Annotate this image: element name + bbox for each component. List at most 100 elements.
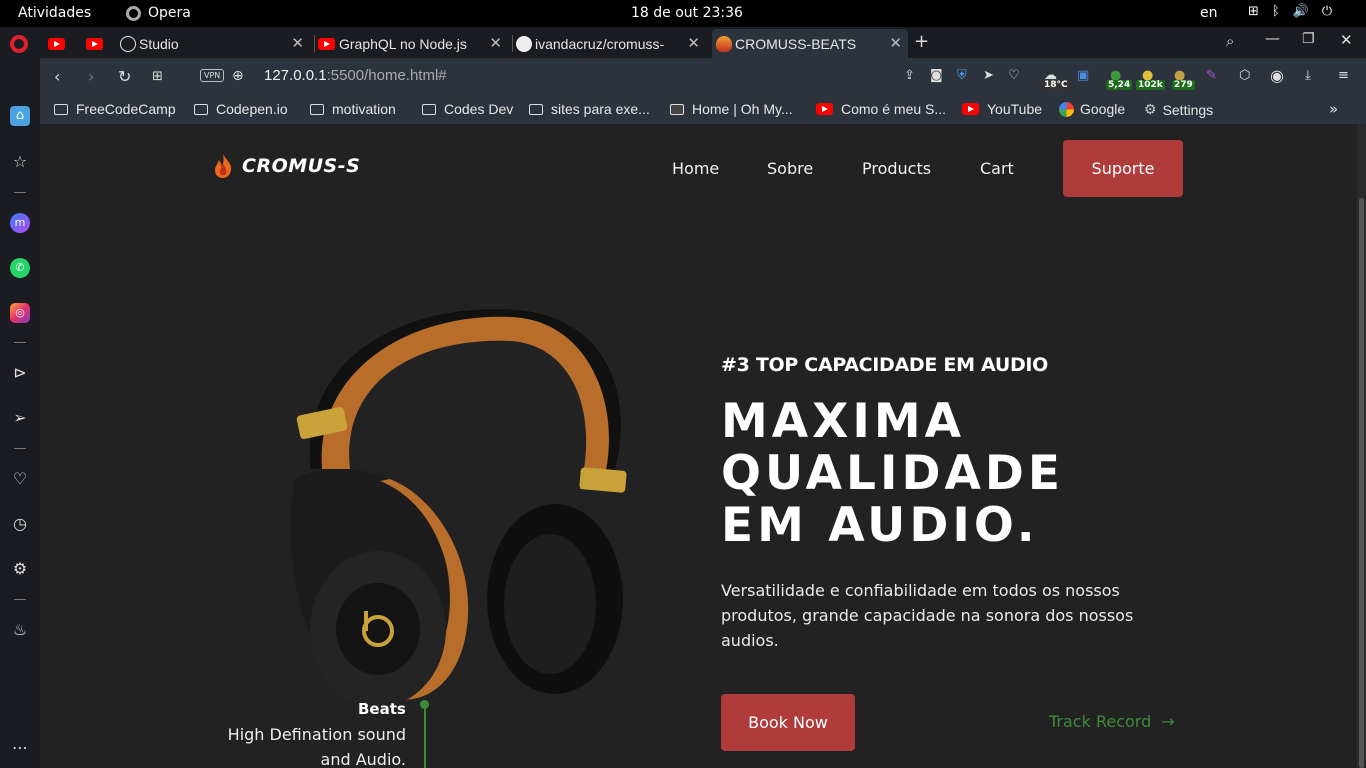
profile-icon[interactable]: ◉ bbox=[1270, 66, 1284, 85]
app-name: Opera bbox=[148, 5, 191, 21]
google-icon bbox=[1059, 101, 1074, 117]
system-tray[interactable]: ⊞ ᛒ 🔊 ⏻ bbox=[1248, 4, 1332, 19]
tab-label: CROMUSS-BEATS bbox=[735, 35, 857, 52]
color-picker-icon[interactable]: ✎ bbox=[1206, 68, 1217, 83]
tab-cromuss-beats[interactable]: CROMUSS-BEATS ✕ bbox=[712, 29, 908, 58]
scrollbar-thumb[interactable] bbox=[1359, 198, 1364, 768]
network-icon: ⊞ bbox=[1248, 4, 1259, 19]
bookmark-google[interactable]: Google bbox=[1059, 101, 1125, 117]
shield-icon[interactable]: ⛨ bbox=[957, 68, 967, 83]
sidebar-divider bbox=[14, 599, 26, 600]
tab-label: GraphQL no Node.js bbox=[339, 35, 467, 52]
activities-button[interactable]: Atividades bbox=[18, 5, 91, 21]
youtube-icon bbox=[86, 37, 103, 50]
app-menu[interactable]: Opera bbox=[126, 5, 191, 21]
site-logo[interactable]: CROMUS-S bbox=[212, 153, 360, 179]
tab-graphql[interactable]: GraphQL no Node.js ✕ bbox=[318, 29, 508, 58]
bookmark-codes-dev[interactable]: Codes Dev bbox=[422, 101, 513, 117]
nav-cart[interactable]: Cart bbox=[980, 159, 1014, 178]
tab-youtube-1[interactable] bbox=[48, 29, 76, 58]
bookmark-youtube[interactable]: YouTube bbox=[962, 101, 1042, 117]
close-tab-icon[interactable]: ✕ bbox=[889, 34, 902, 52]
translate-icon[interactable]: ▣ bbox=[1077, 68, 1089, 83]
new-tab-button[interactable]: + bbox=[914, 31, 929, 52]
bookmark-motivation[interactable]: motivation bbox=[310, 101, 396, 117]
reload-icon[interactable]: ↻ bbox=[118, 67, 131, 86]
player-icon[interactable]: ⊳ bbox=[10, 363, 30, 383]
opera-sidebar: ⌂ ☆ m ✆ ◎ ⊳ ➢ ♡ ◷ ⚙ ♨ ⋯ bbox=[0, 58, 40, 768]
more-icon[interactable]: ⋯ bbox=[10, 738, 30, 758]
nav-home[interactable]: Home bbox=[672, 159, 719, 178]
opera-menu-icon[interactable] bbox=[10, 35, 28, 53]
nav-products[interactable]: Products bbox=[862, 159, 931, 178]
terminal-icon bbox=[670, 103, 684, 115]
youtube-icon bbox=[48, 37, 65, 50]
youtube-icon bbox=[318, 37, 335, 50]
tab-github[interactable]: ivandacruz/cromuss- ✕ bbox=[516, 29, 706, 58]
more-bookmarks-icon[interactable]: » bbox=[1329, 100, 1338, 118]
tab-bar: Studio ✕ GraphQL no Node.js ✕ ivandacruz… bbox=[0, 27, 1366, 58]
cube-icon[interactable]: ⬡ bbox=[1239, 68, 1250, 83]
bookmark-sites[interactable]: sites para exe... bbox=[529, 101, 650, 117]
easy-setup-icon[interactable]: ≡ bbox=[1338, 68, 1349, 83]
power-icon: ⏻ bbox=[1321, 4, 1333, 19]
github-icon bbox=[516, 35, 532, 52]
settings-icon[interactable]: ⚙ bbox=[10, 559, 30, 579]
tab-youtube-2[interactable] bbox=[86, 29, 114, 58]
star-icon[interactable]: ☆ bbox=[10, 152, 30, 172]
history-icon[interactable]: ◷ bbox=[10, 514, 30, 534]
headline-line-2: QUALIDADE bbox=[721, 446, 1064, 501]
whatsapp-icon[interactable]: ✆ bbox=[10, 258, 30, 278]
extension-3-badge: 279 bbox=[1172, 80, 1195, 90]
url-field[interactable]: 127.0.0.1:5500/home.html# bbox=[264, 67, 447, 84]
tab-divider bbox=[512, 35, 513, 52]
minimize-icon[interactable]: — bbox=[1265, 29, 1280, 47]
camera-icon[interactable]: ◙ bbox=[930, 68, 943, 83]
opera-app-icon bbox=[126, 5, 141, 21]
back-icon[interactable]: ‹ bbox=[54, 67, 60, 86]
callout-text: High Defination sound and Audio. bbox=[227, 725, 406, 768]
hero-tagline: #3 TOP CAPACIDADE EM AUDIO bbox=[721, 354, 1049, 376]
bookmark-freecodecamp[interactable]: FreeCodeCamp bbox=[54, 101, 176, 117]
close-tab-icon[interactable]: ✕ bbox=[291, 34, 304, 52]
forward-icon[interactable]: › bbox=[88, 67, 94, 86]
tab-studio[interactable]: Studio ✕ bbox=[120, 29, 310, 58]
bookmark-codepen[interactable]: Codepen.io bbox=[194, 101, 288, 117]
book-now-button[interactable]: Book Now bbox=[721, 694, 855, 751]
send-icon[interactable]: ➢ bbox=[10, 408, 30, 428]
close-tab-icon[interactable]: ✕ bbox=[687, 34, 700, 52]
clock[interactable]: 18 de out 23:36 bbox=[631, 5, 743, 21]
support-button[interactable]: Suporte bbox=[1063, 140, 1183, 197]
close-window-icon[interactable]: ✕ bbox=[1340, 31, 1353, 49]
arrow-right-icon: → bbox=[1161, 712, 1175, 731]
heart-icon[interactable]: ♡ bbox=[10, 469, 30, 489]
share-icon[interactable]: ⇪ bbox=[904, 68, 915, 83]
volume-icon: 🔊 bbox=[1292, 4, 1309, 19]
search-tabs-icon[interactable]: ⌕ bbox=[1226, 32, 1234, 50]
maximize-icon[interactable]: ❐ bbox=[1302, 31, 1315, 47]
language-indicator[interactable]: en bbox=[1200, 5, 1218, 21]
globe-icon[interactable]: ⊕ bbox=[232, 68, 244, 84]
vpn-badge[interactable]: VPN bbox=[200, 69, 225, 82]
folder-icon bbox=[529, 103, 543, 115]
sidebar-divider bbox=[14, 192, 26, 193]
messenger-icon[interactable]: m bbox=[10, 213, 30, 233]
lightbulb-icon[interactable]: ♨ bbox=[10, 620, 30, 640]
heart-bookmark-icon[interactable]: ♡ bbox=[1008, 68, 1020, 83]
nav-sobre[interactable]: Sobre bbox=[767, 159, 813, 178]
download-icon[interactable]: ⤓ bbox=[1305, 68, 1311, 83]
track-record-label: Track Record bbox=[1049, 712, 1152, 731]
close-tab-icon[interactable]: ✕ bbox=[489, 34, 502, 52]
track-record-link[interactable]: Track Record → bbox=[1049, 712, 1175, 731]
bookmark-ohmy[interactable]: Home | Oh My... bbox=[670, 101, 793, 117]
bookmark-como-e-meu[interactable]: Como é meu S... bbox=[816, 101, 946, 117]
callout-line bbox=[424, 706, 426, 768]
tabs-grid-icon[interactable]: ⊞ bbox=[152, 69, 163, 84]
flame-icon bbox=[215, 154, 232, 178]
callout-title: Beats bbox=[358, 700, 406, 718]
send-page-icon[interactable]: ➤ bbox=[983, 68, 994, 83]
instagram-icon[interactable]: ◎ bbox=[10, 303, 30, 323]
bookmark-settings[interactable]: ⚙ Settings bbox=[1144, 101, 1213, 118]
web-page: CROMUS-S Home Sobre Products Cart Suport… bbox=[40, 124, 1357, 768]
home-icon[interactable]: ⌂ bbox=[10, 106, 30, 126]
